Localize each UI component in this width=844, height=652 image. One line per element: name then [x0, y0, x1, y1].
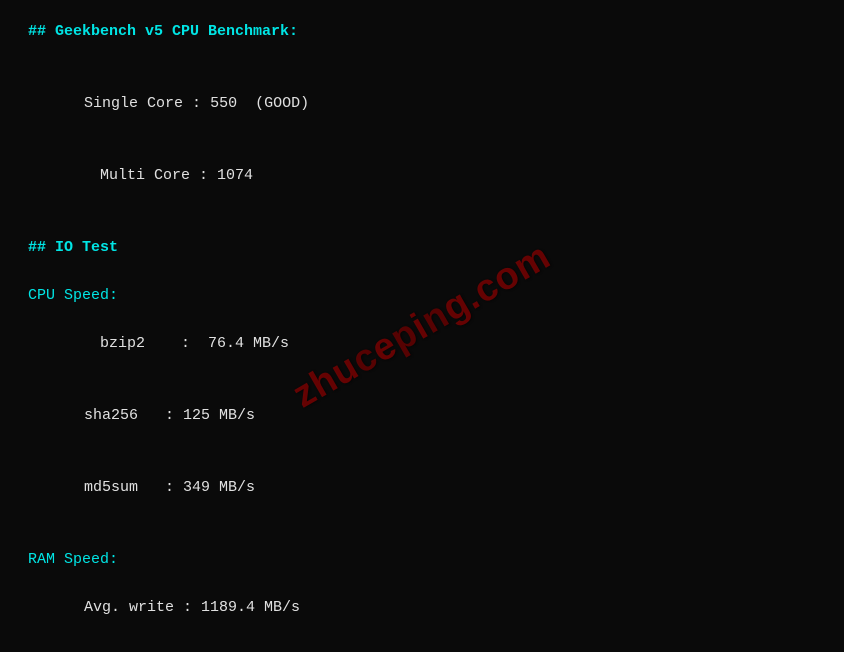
sha256-label: sha256 :: [84, 407, 183, 424]
avg-write-label: Avg. write :: [84, 599, 201, 616]
md5sum-label: md5sum :: [84, 479, 183, 496]
single-core-line: Single Core : 550 (GOOD): [28, 68, 816, 140]
bzip2-value: 76.4 MB/s: [208, 335, 289, 352]
multi-core-line: Multi Core : 1074: [28, 140, 816, 212]
md5sum-value: 349 MB/s: [183, 479, 255, 496]
ram-speed-label: RAM Speed:: [28, 548, 816, 572]
io-test-header: ## IO Test: [28, 236, 816, 260]
spacer-2: [28, 212, 816, 236]
geekbench-header: ## Geekbench v5 CPU Benchmark:: [28, 20, 816, 44]
spacer-4: [28, 524, 816, 548]
bzip2-label: bzip2 :: [100, 335, 208, 352]
md5sum-line: md5sum : 349 MB/s: [28, 452, 816, 524]
multi-core-value: 1074: [217, 167, 253, 184]
single-core-separator: :: [183, 95, 210, 112]
single-core-value: 550: [210, 95, 237, 112]
single-core-label: Single Core: [84, 95, 183, 112]
terminal-container: zhuceping.com ## Geekbench v5 CPU Benchm…: [0, 0, 844, 652]
sha256-line: sha256 : 125 MB/s: [28, 380, 816, 452]
bzip2-line: bzip2 : 76.4 MB/s: [28, 308, 816, 380]
single-core-rating: (GOOD): [237, 95, 309, 112]
avg-read-line: Avg. read : 2969.6 MB/s: [28, 644, 816, 652]
spacer-1: [28, 44, 816, 68]
sha256-value: 125 MB/s: [183, 407, 255, 424]
avg-write-line: Avg. write : 1189.4 MB/s: [28, 572, 816, 644]
multi-core-separator: :: [190, 167, 217, 184]
spacer-3: [28, 260, 816, 284]
multi-core-label: Multi Core: [100, 167, 190, 184]
cpu-speed-label: CPU Speed:: [28, 284, 816, 308]
avg-write-value: 1189.4 MB/s: [201, 599, 300, 616]
